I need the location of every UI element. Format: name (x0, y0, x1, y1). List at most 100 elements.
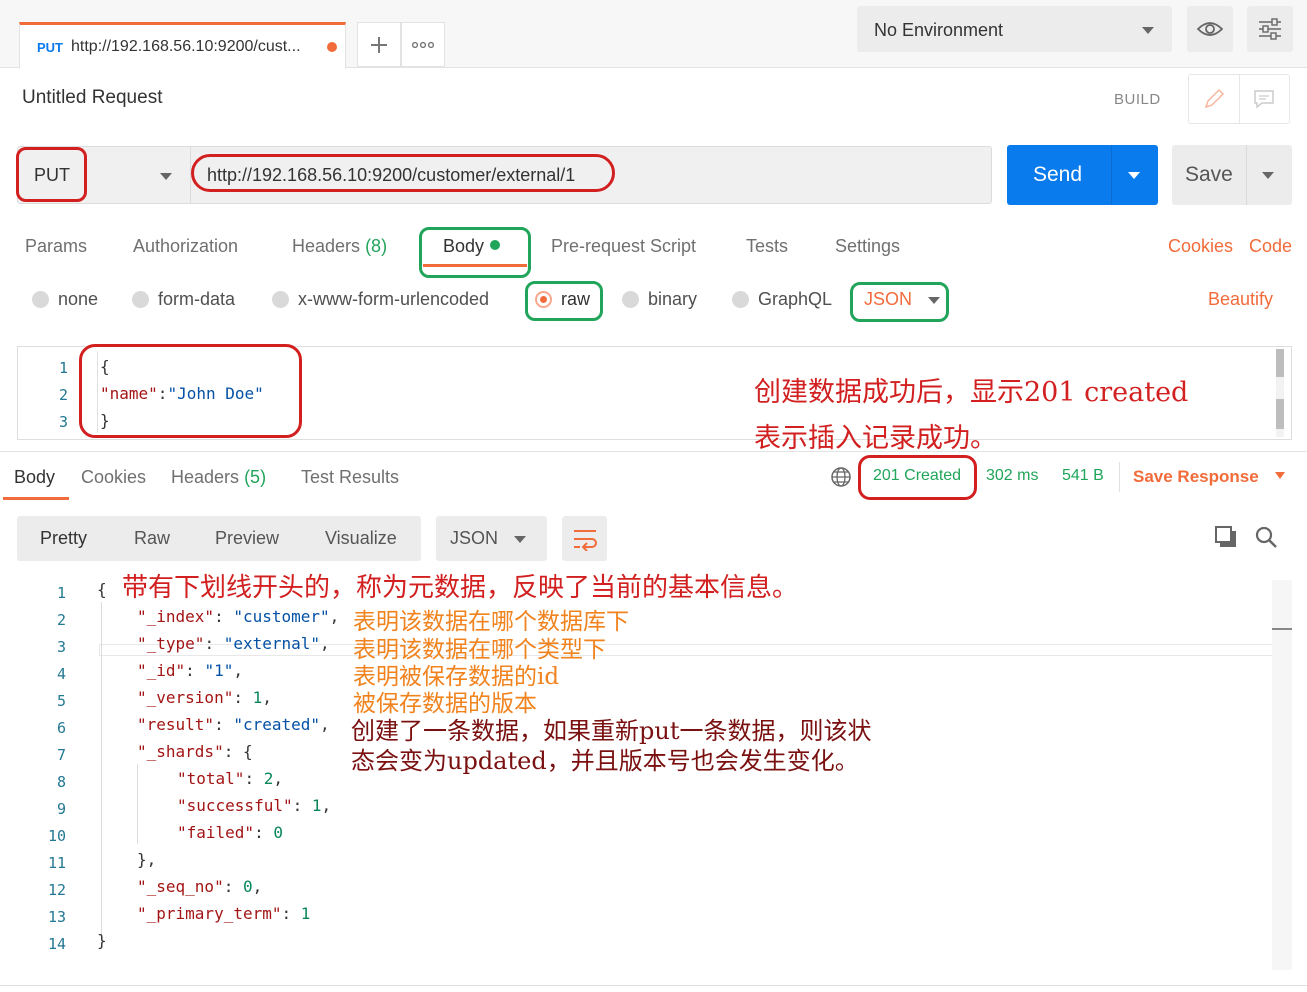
response-tab-cookies[interactable]: Cookies (81, 467, 146, 488)
radio-form-data[interactable] (132, 291, 149, 308)
line-number: 6 (56, 719, 66, 737)
radio-urlencoded[interactable] (272, 291, 289, 308)
divider (1119, 462, 1120, 492)
view-preview[interactable]: Preview (215, 528, 279, 549)
line-number: 14 (47, 935, 66, 953)
wrap-lines-button[interactable] (562, 516, 607, 561)
json-punctuation: : (244, 769, 264, 788)
json-punctuation: } (97, 931, 107, 950)
send-button[interactable]: Send (1007, 145, 1158, 205)
scrollbar-marker (1272, 628, 1292, 630)
radio-graphql-label[interactable]: GraphQL (758, 289, 832, 310)
scrollbar-thumb[interactable] (1276, 349, 1284, 377)
tab-settings[interactable]: Settings (835, 236, 900, 257)
json-punctuation: , (320, 634, 330, 653)
code-line: "_type": "external", (97, 630, 339, 657)
request-title[interactable]: Untitled Request (22, 87, 162, 109)
radio-none-label[interactable]: none (58, 289, 98, 310)
build-mode-toggle[interactable] (1188, 74, 1290, 124)
manage-environments-button[interactable] (1247, 6, 1293, 52)
highlight-url (191, 154, 615, 192)
json-key: "_primary_term" (137, 904, 282, 923)
copy-icon[interactable] (1214, 525, 1238, 554)
environment-quick-look-button[interactable] (1187, 6, 1233, 52)
response-tab-body[interactable]: Body (14, 467, 55, 488)
request-tab[interactable]: PUT http://192.168.56.10:9200/cust... (19, 22, 346, 69)
json-punctuation: , (233, 661, 243, 680)
code-line: "_id": "1", (97, 657, 339, 684)
view-raw[interactable]: Raw (134, 528, 170, 549)
edit-mode-button[interactable] (1189, 75, 1239, 123)
beautify-link[interactable]: Beautify (1208, 289, 1273, 310)
search-icon[interactable] (1254, 525, 1278, 554)
code-line: } (97, 927, 339, 954)
line-number: 10 (47, 827, 66, 845)
response-headers-count: (5) (244, 467, 267, 487)
response-headers-label: Headers (171, 467, 240, 487)
send-options-chevron-icon[interactable] (1128, 172, 1140, 179)
json-value: "customer" (233, 607, 330, 626)
line-number: 1 (58, 359, 68, 377)
tab-authorization[interactable]: Authorization (133, 236, 238, 257)
pencil-icon (1204, 88, 1224, 109)
response-line-numbers: 1 2 3 4 5 6 7 8 9 10 11 12 13 14 (16, 580, 66, 958)
wrap-icon (573, 529, 597, 551)
line-number: 2 (58, 386, 68, 404)
json-key: "_id" (137, 661, 186, 680)
json-value: "created" (233, 715, 321, 734)
radio-form-data-label[interactable]: form-data (158, 289, 235, 310)
radio-binary[interactable] (622, 291, 639, 308)
json-punctuation: , (321, 796, 332, 815)
code-link[interactable]: Code (1249, 236, 1292, 257)
highlight-json (850, 282, 949, 322)
response-tab-test-results[interactable]: Test Results (301, 467, 399, 488)
more-tabs-button[interactable] (401, 22, 445, 67)
line-number: 8 (56, 773, 66, 791)
response-format-label: JSON (450, 528, 499, 548)
environment-select[interactable]: No Environment (857, 6, 1172, 52)
json-value: 1 (311, 796, 322, 815)
line-number: 2 (56, 611, 66, 629)
scrollbar[interactable] (1272, 580, 1292, 970)
chevron-down-icon (160, 173, 172, 180)
save-button[interactable]: Save (1172, 145, 1292, 205)
annotation-result-line2: 态会变为updated，并且版本号也会发生变化。 (351, 747, 859, 775)
json-value: 2 (263, 769, 274, 788)
line-number: 12 (47, 881, 66, 899)
tab-headers[interactable]: Headers (8) (292, 236, 387, 257)
radio-binary-label[interactable]: binary (648, 289, 697, 310)
json-punctuation: : (223, 877, 243, 896)
json-value: 0 (273, 823, 283, 842)
divider (0, 451, 1307, 452)
response-size[interactable]: 541 B (1062, 467, 1104, 485)
new-tab-button[interactable] (357, 22, 401, 67)
radio-urlencoded-label[interactable]: x-www-form-urlencoded (298, 289, 489, 310)
annotation-created-line2: 表示插入记录成功。 (754, 423, 997, 454)
response-time[interactable]: 302 ms (986, 467, 1038, 485)
tab-params[interactable]: Params (25, 236, 87, 257)
eye-icon (1197, 22, 1223, 36)
json-punctuation: , (329, 607, 340, 626)
ellipsis-icon (412, 41, 434, 48)
radio-none[interactable] (32, 291, 49, 308)
tab-prerequest-script[interactable]: Pre-request Script (551, 236, 696, 257)
view-visualize[interactable]: Visualize (325, 528, 397, 549)
json-key: "total" (177, 769, 245, 788)
line-number: 9 (56, 800, 66, 818)
response-tab-headers[interactable]: Headers (5) (171, 467, 266, 488)
save-response-button[interactable]: Save Response (1133, 467, 1286, 487)
line-number: 13 (47, 908, 66, 926)
tab-tests[interactable]: Tests (746, 236, 788, 257)
save-divider (1246, 145, 1247, 205)
line-number: 5 (56, 692, 66, 710)
view-pretty[interactable]: Pretty (40, 528, 87, 549)
tab-headers-label: Headers (292, 236, 361, 256)
save-options-chevron-icon[interactable] (1262, 172, 1274, 179)
cookies-link[interactable]: Cookies (1168, 236, 1233, 257)
json-punctuation: : (185, 661, 205, 680)
response-format-select[interactable]: JSON (436, 516, 547, 561)
chevron-down-icon (1142, 27, 1154, 34)
highlight-raw (525, 281, 603, 321)
radio-graphql[interactable] (732, 291, 749, 308)
comments-button[interactable] (1238, 75, 1290, 123)
